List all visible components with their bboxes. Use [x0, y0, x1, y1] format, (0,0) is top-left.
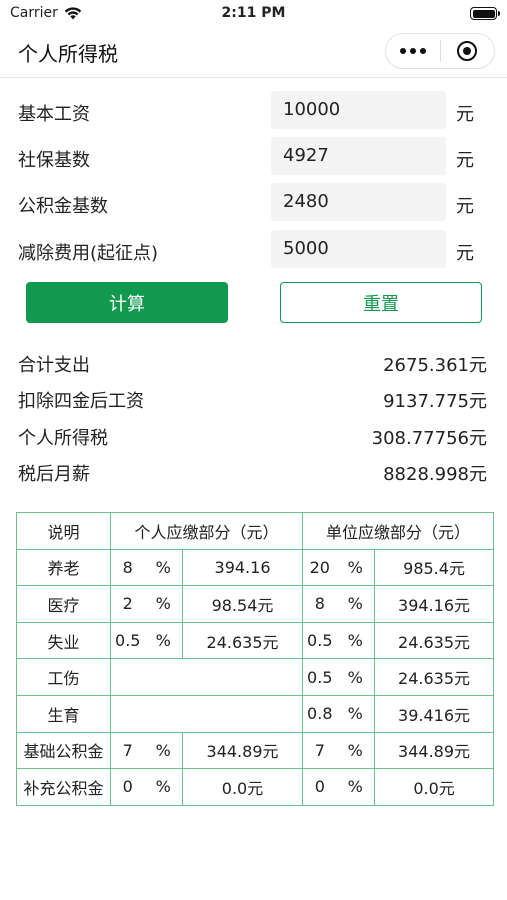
personal-pct: %	[144, 548, 183, 587]
result-value: 308.77756元	[371, 428, 487, 449]
personal-rate: 7	[110, 731, 145, 770]
result-label: 扣除四金后工资	[18, 391, 144, 412]
personal-pct: %	[144, 768, 183, 806]
row-name: 医疗	[16, 585, 111, 623]
result-income-tax: 个人所得税 308.77756元	[0, 420, 507, 450]
calculate-button[interactable]: 计算	[26, 282, 228, 323]
header-company: 单位应缴部分（元）	[302, 512, 495, 550]
company-pct: %	[336, 658, 376, 696]
table-row: 生育 0.8 % 39.416元	[16, 694, 495, 733]
result-net-of-funds: 扣除四金后工资 9137.775元	[0, 383, 507, 413]
nav-bar: 个人所得税	[0, 28, 507, 78]
social-base-unit: 元	[456, 150, 474, 171]
form-row-base-salary: 基本工资 10000 元	[0, 91, 507, 131]
social-base-label: 社保基数	[18, 150, 90, 171]
row-name: 工伤	[16, 658, 111, 696]
personal-rate: 2	[110, 585, 145, 623]
form-row-social-base: 社保基数 4927 元	[0, 137, 507, 177]
base-salary-input[interactable]: 10000	[271, 91, 446, 129]
result-value: 8828.998元	[383, 464, 487, 485]
page-title: 个人所得税	[18, 42, 118, 66]
form-row-deduction: 减除费用(起征点) 5000 元	[0, 230, 507, 270]
result-label: 税后月薪	[18, 464, 90, 485]
result-total-expense: 合计支出 2675.361元	[0, 347, 507, 377]
company-rate: 0.5	[302, 621, 337, 660]
company-amount: 344.89元	[374, 731, 495, 770]
base-salary-unit: 元	[456, 104, 474, 125]
personal-rate: 0	[110, 768, 145, 806]
battery-icon	[470, 7, 500, 20]
company-rate: 0.5	[302, 658, 337, 696]
deduction-unit: 元	[456, 243, 474, 264]
company-amount: 39.416元	[374, 694, 495, 733]
company-amount: 24.635元	[374, 658, 495, 696]
close-target-icon[interactable]	[441, 34, 494, 68]
base-salary-label: 基本工资	[18, 104, 90, 125]
personal-pct: %	[144, 731, 183, 770]
company-rate: 7	[302, 731, 337, 770]
form-row-housing-fund-base: 公积金基数 2480 元	[0, 183, 507, 223]
company-rate: 20	[302, 548, 337, 587]
result-value: 2675.361元	[383, 355, 487, 376]
company-pct: %	[336, 731, 376, 770]
personal-empty	[109, 658, 304, 696]
personal-pct: %	[144, 621, 183, 660]
personal-amount: 98.54元	[181, 585, 304, 623]
personal-rate: 0.5	[110, 621, 145, 660]
personal-amount: 0.0元	[181, 768, 304, 806]
header-desc: 说明	[16, 512, 111, 550]
social-base-input[interactable]: 4927	[271, 137, 446, 175]
personal-amount: 24.635元	[181, 621, 304, 660]
table-row: 养老 8 % 394.16 20 % 985.4元	[16, 548, 495, 587]
personal-empty	[109, 694, 304, 733]
housing-fund-base-input[interactable]: 2480	[271, 183, 446, 221]
result-label: 合计支出	[18, 355, 90, 376]
table-row: 失业 0.5 % 24.635元 0.5 % 24.635元	[16, 621, 495, 660]
table-header-row: 说明 个人应缴部分（元） 单位应缴部分（元）	[16, 512, 495, 550]
company-pct: %	[336, 585, 376, 623]
personal-amount: 344.89元	[181, 731, 304, 770]
deduction-label: 减除费用(起征点)	[18, 243, 159, 264]
company-pct: %	[336, 694, 376, 733]
row-name: 失业	[16, 621, 111, 660]
more-options-icon[interactable]	[386, 34, 440, 68]
table-row: 工伤 0.5 % 24.635元	[16, 658, 495, 696]
status-bar: Carrier 2:11 PM	[0, 0, 507, 28]
header-personal: 个人应缴部分（元）	[109, 512, 304, 550]
contribution-table: 说明 个人应缴部分（元） 单位应缴部分（元） 养老 8 % 394.16 20 …	[16, 512, 495, 806]
housing-fund-base-label: 公积金基数	[18, 196, 108, 217]
company-amount: 0.0元	[374, 768, 495, 806]
result-label: 个人所得税	[18, 428, 108, 449]
result-after-tax-salary: 税后月薪 8828.998元	[0, 456, 507, 486]
company-amount: 394.16元	[374, 585, 495, 623]
company-amount: 985.4元	[374, 548, 495, 587]
housing-fund-base-unit: 元	[456, 196, 474, 217]
company-pct: %	[336, 621, 376, 660]
deduction-input[interactable]: 5000	[271, 230, 446, 268]
personal-amount: 394.16	[181, 548, 304, 587]
personal-rate: 8	[110, 548, 145, 587]
status-time: 2:11 PM	[221, 5, 286, 21]
company-rate: 0.8	[302, 694, 337, 733]
table-row: 医疗 2 % 98.54元 8 % 394.16元	[16, 585, 495, 623]
company-rate: 8	[302, 585, 337, 623]
table-row: 补充公积金 0 % 0.0元 0 % 0.0元	[16, 768, 495, 806]
miniprogram-capsule	[385, 33, 495, 69]
table-row: 基础公积金 7 % 344.89元 7 % 344.89元	[16, 731, 495, 770]
result-value: 9137.775元	[383, 391, 487, 412]
company-pct: %	[336, 548, 376, 587]
row-name: 生育	[16, 694, 111, 733]
row-name: 养老	[16, 548, 111, 587]
company-rate: 0	[302, 768, 337, 806]
company-pct: %	[336, 768, 376, 806]
reset-button[interactable]: 重置	[280, 282, 482, 323]
personal-pct: %	[144, 585, 183, 623]
row-name: 基础公积金	[16, 731, 111, 770]
company-amount: 24.635元	[374, 621, 495, 660]
row-name: 补充公积金	[16, 768, 111, 806]
